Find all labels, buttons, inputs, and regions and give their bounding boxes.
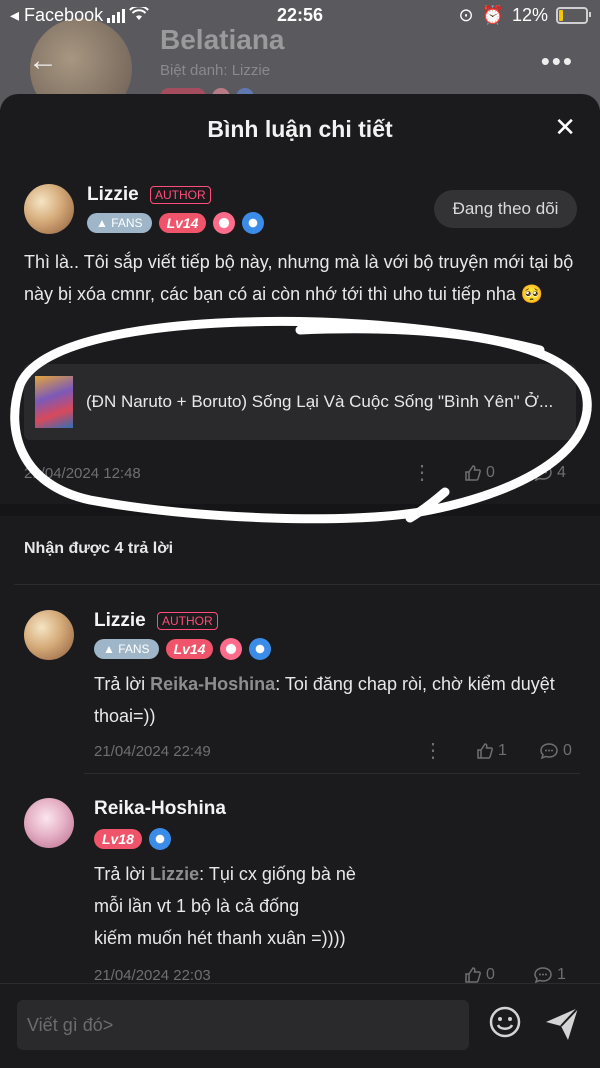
- alarm-icon: ⏰: [481, 5, 504, 25]
- reply-button[interactable]: 4: [533, 464, 566, 482]
- book-title: (ĐN Naruto + Boruto) Sống Lại Và Cuộc Số…: [86, 392, 554, 411]
- more-options-icon[interactable]: ⋮: [423, 738, 443, 763]
- mention-link[interactable]: Lizzie: [150, 864, 199, 884]
- like-button[interactable]: 0: [464, 464, 495, 482]
- book-cover: [35, 376, 73, 428]
- reply-icon: [534, 465, 552, 482]
- comment-username[interactable]: Lizzie: [87, 184, 139, 206]
- level-badge: Lv18: [94, 829, 142, 849]
- back-arrow-icon[interactable]: ←: [28, 44, 58, 78]
- reply-count: 4: [557, 464, 566, 481]
- profile-nickname: Biệt danh: Lizzie: [160, 62, 271, 79]
- verified-badge-icon: [148, 828, 171, 850]
- avatar[interactable]: [24, 798, 74, 848]
- reply-text: Trả lời Lizzie: Tụi cx giống bà nè mỗi l…: [94, 864, 356, 948]
- reply-timestamp: 21/04/2024 22:49: [94, 743, 211, 760]
- level-badge: Lv14: [165, 639, 214, 659]
- emoji-icon[interactable]: [489, 1006, 521, 1038]
- sheet-title: Bình luận chi tiết: [207, 116, 393, 142]
- comment-text: Thì là.. Tôi sắp viết tiếp bộ này, nhưng…: [24, 252, 574, 304]
- section-divider: [0, 504, 600, 516]
- reply-username[interactable]: Reika-Hoshina: [94, 798, 226, 820]
- like-button[interactable]: 0: [464, 966, 495, 984]
- reply-button[interactable]: 1: [533, 966, 566, 984]
- fans-badge: ▲ FANS: [87, 213, 152, 233]
- rabbit-badge-icon: [213, 212, 236, 234]
- like-icon: [477, 743, 493, 759]
- rabbit-badge-icon: [220, 638, 243, 660]
- send-icon[interactable]: [544, 1006, 580, 1042]
- more-options-icon[interactable]: ⋮: [412, 460, 432, 485]
- fans-badge: ▲ FANS: [94, 639, 159, 659]
- close-icon[interactable]: ✕: [554, 112, 576, 143]
- reply-count: 1: [557, 966, 566, 983]
- like-icon: [465, 465, 481, 481]
- comment-timestamp: 21/04/2024 12:48: [24, 465, 141, 482]
- like-button[interactable]: 1: [476, 742, 507, 760]
- lock-rotation-icon: ⊙: [458, 5, 474, 25]
- author-tag: AUTHOR: [157, 612, 218, 630]
- avatar[interactable]: [24, 184, 74, 234]
- avatar[interactable]: [24, 610, 74, 660]
- reply-icon: [540, 743, 558, 760]
- book-card[interactable]: (ĐN Naruto + Boruto) Sống Lại Và Cuộc Số…: [24, 364, 576, 440]
- reply-count: 0: [563, 742, 572, 759]
- reply-button[interactable]: 0: [539, 742, 572, 760]
- status-bar: ◂ Facebook 22:56 ⊙ ⏰ 12%: [0, 0, 600, 34]
- comment-input[interactable]: Viết gì đó>: [17, 1000, 469, 1050]
- user-badges: ▲ FANS Lv14: [94, 638, 272, 660]
- replies-header: Nhận được 4 trả lời: [24, 540, 174, 557]
- author-tag: AUTHOR: [150, 186, 211, 204]
- verified-badge-icon: [242, 212, 265, 234]
- comment-detail-sheet: Bình luận chi tiết ✕ Lizzie AUTHOR ▲ FAN…: [0, 94, 600, 1067]
- following-button[interactable]: Đang theo dõi: [434, 190, 577, 228]
- divider: [84, 773, 580, 774]
- comment-input-bar: Viết gì đó>: [0, 983, 600, 1068]
- reply-timestamp: 21/04/2024 22:03: [94, 967, 211, 984]
- user-badges: ▲ FANS Lv14: [87, 212, 265, 234]
- mention-link[interactable]: Reika-Hoshina: [150, 674, 275, 694]
- like-count: 0: [486, 464, 495, 481]
- level-badge: Lv14: [158, 213, 207, 233]
- more-icon[interactable]: •••: [541, 46, 574, 77]
- like-icon: [465, 967, 481, 983]
- verified-badge-icon: [249, 638, 272, 660]
- battery-icon: [556, 7, 591, 24]
- divider: [14, 584, 600, 585]
- like-count: 1: [498, 742, 507, 759]
- reply-text: Trả lời Reika-Hoshina: Toi đăng chap ròi…: [94, 674, 555, 726]
- reply-username[interactable]: Lizzie: [94, 610, 146, 632]
- reply-icon: [534, 967, 552, 984]
- like-count: 0: [486, 966, 495, 983]
- battery-percent: 12%: [511, 5, 548, 25]
- user-badges: Lv18: [94, 828, 171, 850]
